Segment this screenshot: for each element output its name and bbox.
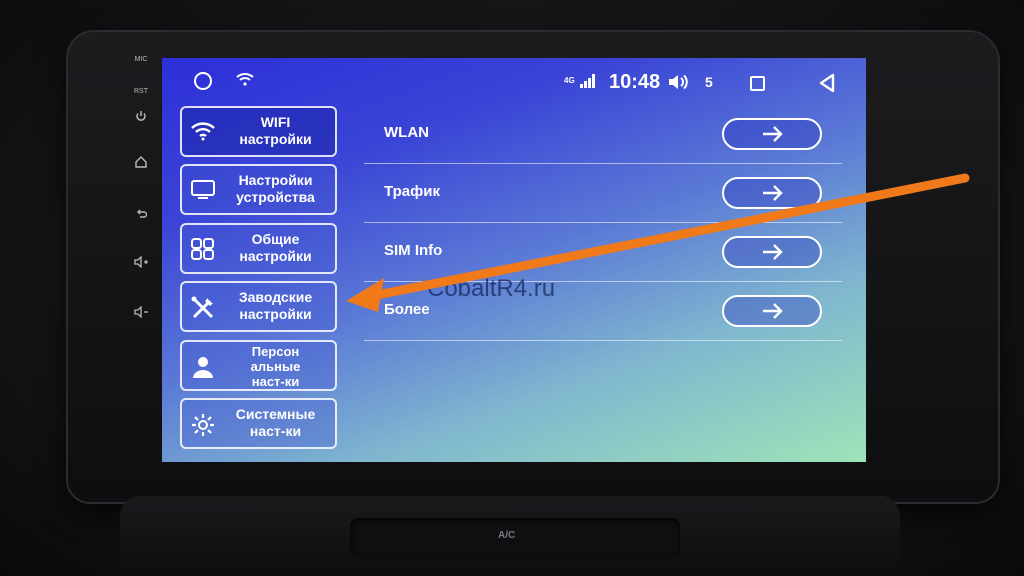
menu-label-line: альные bbox=[250, 359, 301, 374]
menu-item-system[interactable]: Системные наст-ки bbox=[180, 398, 337, 449]
reset-button[interactable]: RST bbox=[126, 88, 156, 95]
person-icon bbox=[190, 354, 216, 380]
menu-label-line: настройки bbox=[239, 248, 312, 264]
list-item-label: SIM Info bbox=[384, 242, 443, 259]
watermark: CobaltR4.ru bbox=[427, 275, 556, 302]
list-item-label: Более bbox=[384, 301, 430, 318]
menu-label-line: наст-ки bbox=[251, 374, 300, 389]
arrow-button[interactable] bbox=[722, 236, 822, 268]
android-screen: 4G 10:48 5 WIFI настройки Настройки устр… bbox=[162, 58, 866, 462]
back-icon[interactable] bbox=[126, 208, 156, 220]
car-head-unit-photo: MIC RST 4G 10:48 5 WIFI настройки Настро… bbox=[0, 0, 1024, 576]
volume-icon[interactable] bbox=[668, 74, 690, 95]
menu-item-factory[interactable]: Заводские настройки bbox=[180, 281, 337, 332]
mic-label: MIC bbox=[134, 56, 148, 63]
clock: 10:48 bbox=[609, 71, 661, 93]
tools-icon bbox=[190, 295, 216, 321]
power-icon[interactable] bbox=[126, 110, 156, 122]
list-item-label: WLAN bbox=[384, 124, 429, 141]
volume-up-icon[interactable] bbox=[126, 256, 156, 268]
home-icon[interactable] bbox=[126, 156, 156, 168]
menu-label-line: настройки bbox=[239, 131, 312, 147]
signal-bars-icon bbox=[580, 74, 596, 93]
arrow-button[interactable] bbox=[722, 295, 822, 327]
menu-label-line: Настройки bbox=[238, 172, 313, 188]
menu-item-wifi[interactable]: WIFI настройки bbox=[180, 106, 337, 157]
wifi-icon bbox=[190, 120, 216, 146]
menu-label-line: настройки bbox=[239, 306, 312, 322]
side-hardware-buttons: MIC RST bbox=[126, 56, 156, 326]
menu-label-line: Системные bbox=[235, 406, 316, 422]
arrow-button[interactable] bbox=[722, 177, 822, 209]
wifi-status-icon bbox=[236, 72, 254, 91]
ac-button[interactable]: A/C bbox=[498, 530, 515, 541]
list-item[interactable]: Трафик bbox=[364, 165, 842, 223]
center-console: A/C bbox=[120, 496, 900, 576]
list-item[interactable]: SIM Info bbox=[364, 224, 842, 282]
gear-icon bbox=[190, 412, 216, 438]
status-bar: 4G 10:48 5 bbox=[162, 58, 866, 104]
menu-label-line: WIFI bbox=[260, 114, 291, 130]
arrow-button[interactable] bbox=[722, 118, 822, 150]
menu-item-device[interactable]: Настройки устройства bbox=[180, 164, 337, 215]
settings-sidebar: WIFI настройки Настройки устройства Общие н… bbox=[180, 106, 340, 462]
menu-label-line: Персон bbox=[251, 344, 300, 359]
list-item[interactable]: WLAN bbox=[364, 106, 842, 164]
menu-item-personal[interactable]: Персон альные наст-ки bbox=[180, 340, 337, 391]
back-triangle-icon[interactable] bbox=[818, 73, 836, 98]
menu-label-line: устройства bbox=[236, 189, 315, 205]
recent-apps-icon[interactable] bbox=[750, 76, 765, 91]
volume-level: 5 bbox=[705, 74, 713, 90]
menu-item-general[interactable]: Общие настройки bbox=[180, 223, 337, 274]
wifi-settings-list: WLAN Трафик SIM Info Более bbox=[364, 106, 844, 346]
home-circle-icon[interactable] bbox=[194, 72, 212, 90]
list-item-label: Трафик bbox=[384, 183, 440, 200]
device-icon bbox=[190, 178, 216, 204]
network-type: 4G bbox=[564, 76, 575, 85]
menu-label-line: Общие bbox=[251, 231, 300, 247]
menu-label-line: Заводские bbox=[238, 289, 313, 305]
volume-down-icon[interactable] bbox=[126, 306, 156, 318]
menu-label-line: наст-ки bbox=[249, 423, 302, 439]
grid-icon bbox=[190, 237, 216, 263]
